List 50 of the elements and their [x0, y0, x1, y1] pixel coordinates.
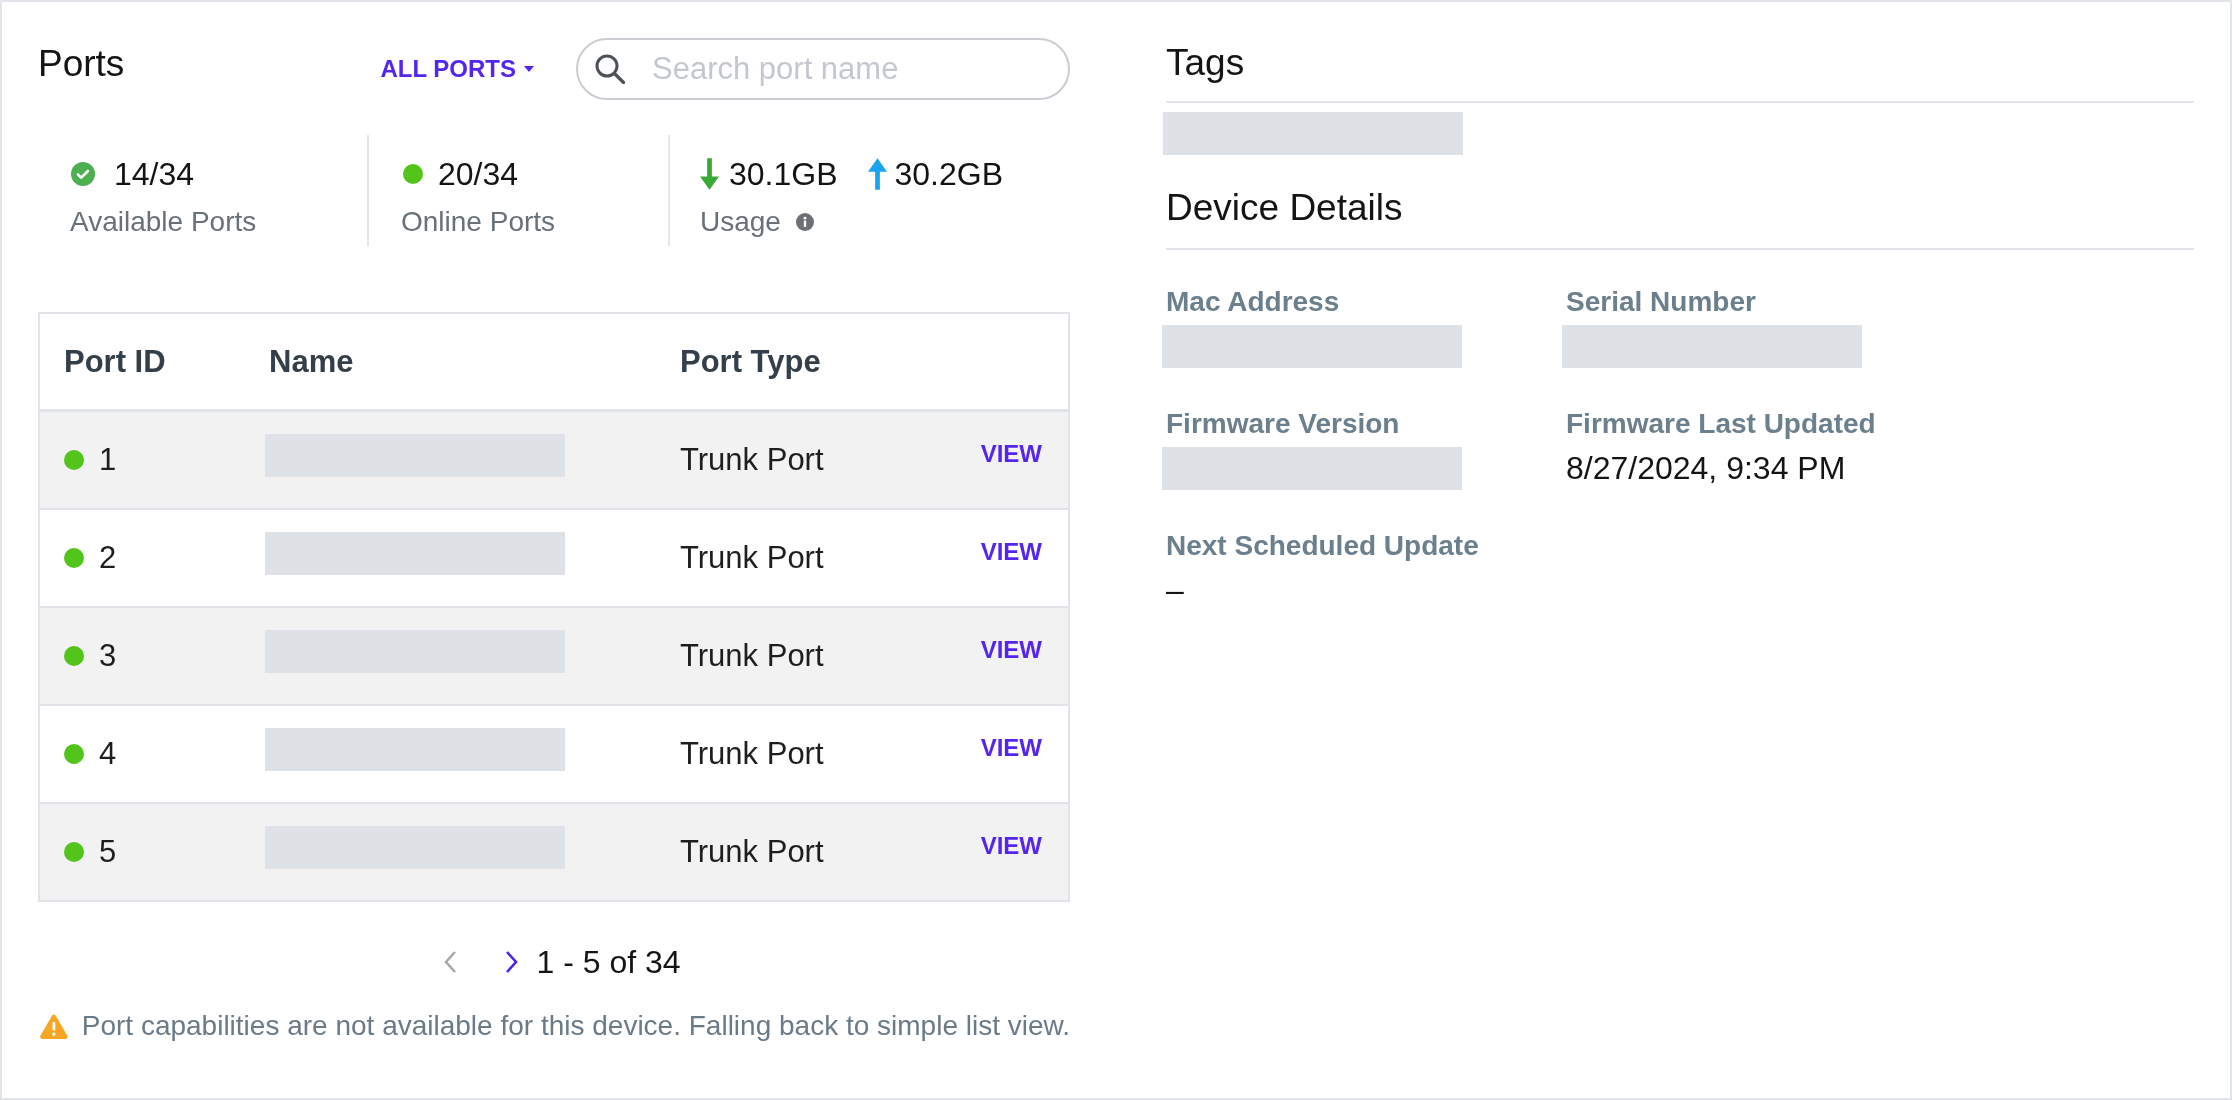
ports-title: Ports — [38, 42, 125, 86]
port-id: 3 — [99, 637, 117, 675]
field-value: – — [1166, 571, 1184, 610]
port-type: Trunk Port — [680, 441, 824, 479]
status-dot-icon — [403, 164, 423, 184]
column-header: Port ID — [64, 342, 166, 381]
tags-title: Tags — [1166, 41, 1245, 85]
caret-icon — [524, 66, 534, 72]
port-id: 1 — [99, 441, 117, 479]
device-details-title: Device Details — [1166, 186, 1403, 230]
port-filter-dropdown[interactable]: ALL PORTS — [380, 54, 534, 84]
port-id: 4 — [99, 735, 117, 773]
chevron-left-icon — [443, 950, 458, 974]
warning-message: Port capabilities are not available for this device. Falling back to simple list view. — [81, 1009, 1070, 1043]
field-label: Firmware Last Updated — [1566, 407, 1876, 441]
view-link[interactable]: VIEW — [980, 538, 1042, 566]
view-link[interactable]: VIEW — [980, 734, 1042, 762]
port-type: Trunk Port — [680, 833, 824, 871]
stat-value: 14/34 — [114, 155, 195, 194]
page-range: 1 - 5 of 34 — [536, 943, 681, 982]
view-link[interactable]: VIEW — [980, 636, 1042, 664]
port-id: 5 — [99, 833, 117, 871]
stat-label: Online Ports — [401, 205, 556, 239]
field-label: Mac Address — [1166, 285, 1340, 319]
warning-icon — [40, 1013, 68, 1039]
port-type: Trunk Port — [680, 637, 824, 675]
search-icon — [595, 54, 625, 84]
check-circle-icon — [71, 162, 95, 186]
info-icon[interactable] — [795, 213, 814, 231]
view-link[interactable]: VIEW — [980, 832, 1042, 860]
search-field[interactable]: Search port name — [576, 38, 1070, 100]
field-label: Firmware Version — [1166, 407, 1400, 441]
stat-value: 20/34 — [438, 155, 519, 194]
field-label: Next Scheduled Update — [1166, 529, 1479, 563]
stat-label: Usage — [700, 205, 781, 239]
port-type: Trunk Port — [680, 539, 824, 577]
down-arrow-icon — [700, 158, 719, 190]
up-arrow-icon — [867, 158, 887, 190]
column-header: Name — [269, 342, 354, 381]
next-page-button[interactable] — [505, 950, 520, 974]
column-header: Port Type — [680, 342, 821, 381]
view-link[interactable]: VIEW — [980, 440, 1042, 468]
port-id: 2 — [99, 539, 117, 577]
stat-label: Available Ports — [70, 205, 257, 239]
field-label: Serial Number — [1566, 285, 1756, 319]
field-value: 8/27/2024, 9:34 PM — [1566, 449, 1846, 488]
upload-value: 30.2GB — [894, 155, 1004, 194]
chevron-right-icon — [505, 950, 520, 974]
port-type: Trunk Port — [680, 735, 824, 773]
download-value: 30.1GB — [729, 155, 838, 194]
